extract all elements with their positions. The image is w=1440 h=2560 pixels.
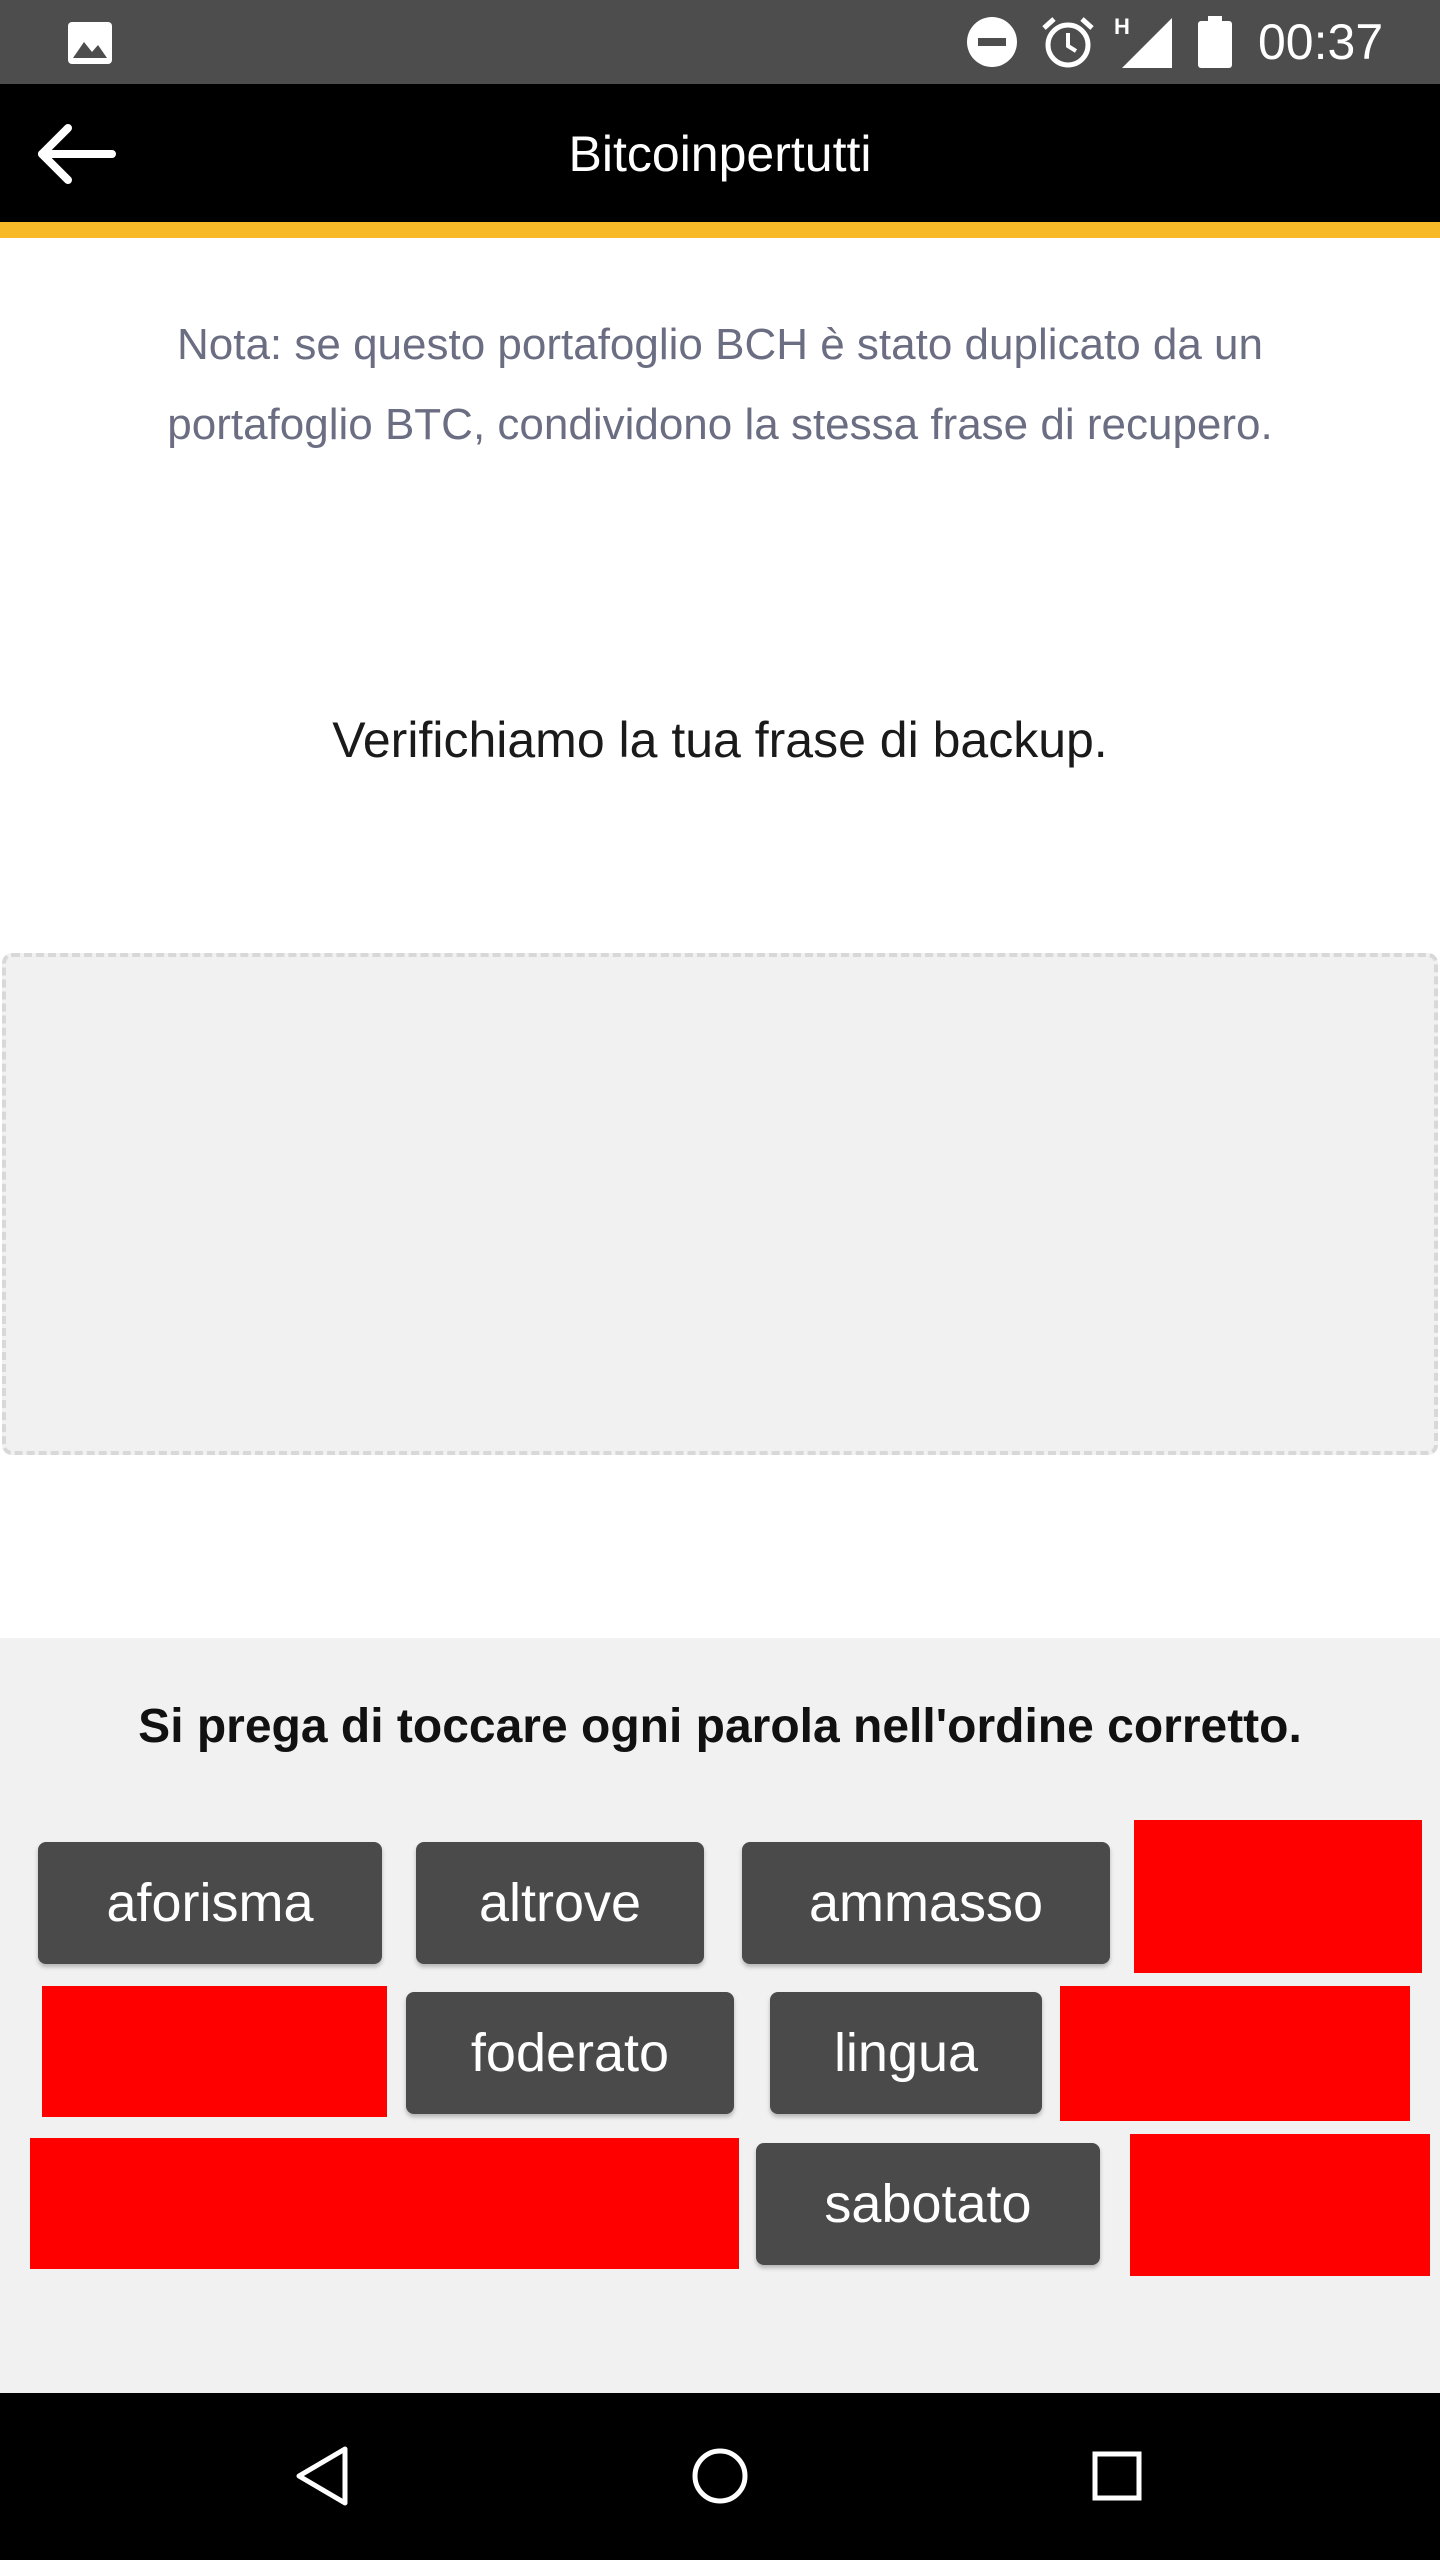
word-button-foderato[interactable]: foderato (406, 1992, 734, 2114)
recents-square-icon (1092, 2451, 1142, 2501)
redacted-word-2 (42, 1986, 387, 2117)
status-clock: 00:37 (1258, 14, 1384, 70)
gallery-icon (68, 22, 112, 64)
verify-heading: Verifichiamo la tua frase di backup. (332, 712, 1108, 768)
back-triangle-icon (296, 2446, 348, 2506)
word-button-aforisma[interactable]: aforisma (38, 1842, 382, 1964)
recovery-note: Nota: se questo portafoglio BCH è stato … (167, 320, 1273, 449)
signal-icon (1122, 18, 1172, 68)
accent-divider (0, 222, 1440, 238)
status-bar: H 00:37 (0, 0, 1440, 84)
system-nav-bar (0, 2393, 1440, 2560)
word-button-altrove[interactable]: altrove (416, 1842, 704, 1964)
do-not-disturb-icon (967, 17, 1017, 67)
alarm-icon (1042, 17, 1094, 68)
word-button-lingua[interactable]: lingua (770, 1992, 1042, 2114)
page-title: Bitcoinpertutti (568, 126, 872, 182)
selected-words-area[interactable] (2, 953, 1438, 1455)
app-bar: Bitcoinpertutti (0, 84, 1440, 222)
home-circle-icon (692, 2448, 748, 2504)
nav-back-button[interactable] (277, 2431, 367, 2521)
redacted-word-4 (30, 2138, 739, 2269)
word-button-ammasso[interactable]: ammasso (742, 1842, 1110, 1964)
nav-recents-button[interactable] (1072, 2431, 1162, 2521)
battery-icon (1198, 16, 1232, 68)
redacted-word-5 (1130, 2134, 1430, 2276)
redacted-word-1 (1134, 1820, 1422, 1973)
instruction-text: Si prega di toccare ogni parola nell'ord… (138, 1700, 1302, 1753)
redacted-word-3 (1060, 1986, 1410, 2121)
nav-home-button[interactable] (675, 2431, 765, 2521)
word-button-sabotato[interactable]: sabotato (756, 2143, 1100, 2265)
